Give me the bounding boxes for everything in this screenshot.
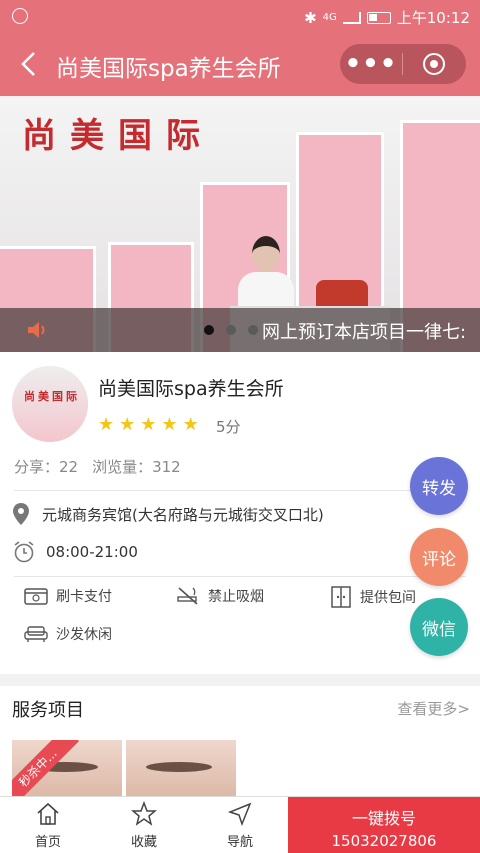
page-title: 尚美国际spa养生会所 — [56, 56, 281, 82]
shop-avatar: 尚美国际 — [12, 366, 88, 442]
signal-icon — [342, 11, 361, 24]
amenity-label: 刷卡支付 — [56, 589, 112, 605]
status-indicators: ✱ 4G 上午10:12 — [304, 7, 470, 28]
view-count: 浏览量：312 — [92, 458, 181, 476]
amenity-label: 沙发休闲 — [56, 627, 112, 643]
service-item[interactable]: 秒杀中... — [12, 740, 122, 796]
tab-label: 导航 — [226, 835, 253, 850]
tab-navigate[interactable]: 导航 — [192, 797, 288, 853]
fab-label: 转发 — [422, 478, 456, 499]
rating-stars: ★ ★ ★ ★ ★ — [98, 414, 199, 435]
amenity-label: 提供包间 — [360, 590, 416, 606]
banner-brand-text: 尚美国际 — [22, 116, 214, 156]
private-room-icon — [331, 586, 351, 608]
banner-carousel[interactable]: 尚美国际 网上预订本店项目一律七: — [0, 96, 480, 352]
divider — [14, 576, 466, 577]
share-count: 分享：22 — [14, 458, 79, 476]
carousel-indicators — [204, 325, 258, 335]
tab-home[interactable]: 首页 — [0, 797, 96, 853]
star-icon: ★ — [161, 414, 178, 435]
services-heading: 服务项目 — [12, 700, 84, 721]
avatar-brand-text: 尚美国际 — [24, 390, 80, 403]
address-row[interactable]: 元城商务宾馆(大名府路与元城街交叉口北) — [12, 502, 324, 526]
fab-label: 微信 — [422, 619, 456, 640]
amenity-card-payment: 刷卡支付 — [24, 586, 112, 606]
sofa-icon — [24, 626, 48, 642]
nav-bar: 尚美国际spa养生会所 ••• — [0, 34, 480, 96]
alarm-clock-icon — [14, 541, 34, 563]
notification-icon — [12, 8, 28, 24]
mini-program-capsule: ••• — [340, 44, 466, 84]
service-item[interactable] — [126, 740, 236, 796]
call-number: 15032027806 — [331, 832, 437, 850]
amenity-private-room: 提供包间 — [330, 586, 416, 608]
star-icon: ★ — [119, 414, 136, 435]
notice-bar[interactable]: 网上预订本店项目一律七: — [0, 308, 480, 352]
shop-name: 尚美国际spa养生会所 — [98, 378, 284, 400]
tab-label: 收藏 — [130, 835, 157, 850]
shop-stats: 分享：22 浏览量：312 — [14, 456, 181, 477]
call-label: 一键拨号 — [351, 809, 416, 828]
star-outline-icon — [131, 801, 157, 826]
services-section: 服务项目 查看更多> 秒杀中... — [0, 686, 480, 796]
comment-fab-button[interactable]: 评论 — [410, 528, 468, 586]
star-icon: ★ — [140, 414, 157, 435]
bluetooth-icon: ✱ — [304, 8, 317, 27]
tab-favorite[interactable]: 收藏 — [96, 797, 192, 853]
share-fab-button[interactable]: 转发 — [410, 457, 468, 515]
amenity-label: 禁止吸烟 — [208, 589, 264, 605]
carousel-dot[interactable] — [226, 325, 236, 335]
wechat-fab-button[interactable]: 微信 — [410, 598, 468, 656]
navigation-arrow-icon — [227, 802, 252, 827]
tab-label: 首页 — [34, 835, 61, 850]
more-dots-icon[interactable]: ••• — [340, 51, 402, 77]
notice-text: 网上预订本店项目一律七: — [262, 322, 467, 343]
fab-label: 评论 — [422, 549, 456, 570]
speaker-icon — [28, 322, 45, 338]
view-more-link[interactable]: 查看更多> — [397, 698, 470, 719]
service-photo — [146, 762, 212, 772]
no-smoking-icon — [177, 587, 198, 605]
address-text: 元城商务宾馆(大名府路与元城街交叉口北) — [42, 505, 324, 524]
rating-score: 5分 — [216, 418, 241, 436]
battery-icon — [366, 11, 391, 24]
carousel-dot[interactable] — [248, 325, 258, 335]
network-type: 4G — [322, 12, 337, 23]
hours-row: 08:00-21:00 — [12, 540, 138, 564]
carousel-dot[interactable] — [204, 325, 214, 335]
bottom-tab-bar: 首页 收藏 导航 一键拨号 15032027806 — [0, 796, 480, 853]
back-icon[interactable] — [18, 51, 40, 77]
target-icon[interactable] — [403, 53, 465, 75]
star-icon: ★ — [98, 414, 115, 435]
status-bar: ✱ 4G 上午10:12 — [0, 0, 480, 34]
hours-text: 08:00-21:00 — [46, 543, 138, 561]
clock: 上午10:12 — [396, 9, 470, 27]
amenity-no-smoking: 禁止吸烟 — [176, 586, 264, 606]
star-icon: ★ — [182, 414, 199, 435]
home-icon — [37, 802, 59, 825]
location-pin-icon — [13, 503, 29, 525]
card-payment-icon — [24, 588, 48, 605]
shop-info-card: 尚美国际 尚美国际spa养生会所 ★ ★ ★ ★ ★ 5分 分享：22 浏览量：3… — [0, 352, 480, 674]
amenity-sofa: 沙发休闲 — [24, 624, 112, 644]
one-click-call-button[interactable]: 一键拨号 15032027806 — [288, 797, 480, 853]
divider — [14, 490, 466, 491]
